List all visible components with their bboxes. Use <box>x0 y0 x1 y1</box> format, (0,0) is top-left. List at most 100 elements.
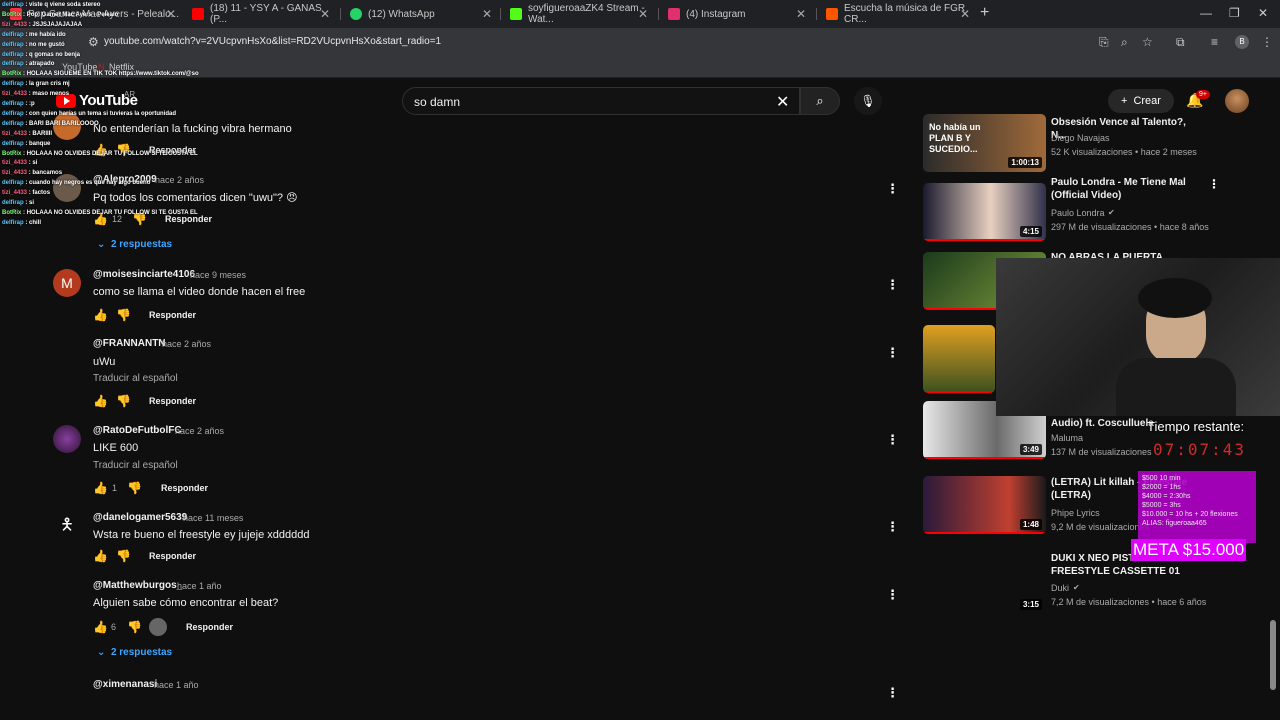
more-options-icon[interactable]: ⋮ <box>886 519 899 535</box>
close-icon[interactable]: ✕ <box>166 7 176 21</box>
more-options-icon[interactable]: ⋮ <box>886 345 899 361</box>
chat-username: delfirap <box>2 140 24 147</box>
video-thumbnail[interactable]: No había un PLAN B Y SUCEDIO... 1:00:13 <box>923 114 1046 172</box>
comment-time[interactable]: hace 2 años <box>175 426 224 436</box>
minimize-icon[interactable]: — <box>1200 6 1212 20</box>
url-field[interactable]: youtube.com/watch?v=2VUcpvnHsXo&list=RD2… <box>104 36 441 47</box>
more-options-icon[interactable]: ⋮ <box>886 181 899 197</box>
tab-4[interactable]: soyfigueroaaZK4 Stream - Wat... ✕ <box>504 3 654 25</box>
maximize-icon[interactable]: ❐ <box>1229 6 1240 20</box>
reply-button[interactable]: Responder <box>186 622 233 632</box>
voice-search-button[interactable]: 🎙 <box>854 87 882 115</box>
browser-menu-icon[interactable]: ⋮ <box>1261 35 1273 49</box>
view-replies-button[interactable]: ⌄ 2 respuestas <box>97 239 172 250</box>
like-icon[interactable]: 👍 <box>93 549 108 563</box>
media-icon[interactable]: ≡ <box>1211 35 1218 49</box>
more-options-icon[interactable]: ⋮ <box>886 432 899 448</box>
comment-author[interactable]: @danelogamer5639 <box>93 512 187 523</box>
extensions-icon[interactable]: ⧉ <box>1176 35 1185 50</box>
comment-author[interactable]: @FRANNANTN <box>93 338 166 349</box>
comment-time[interactable]: hace 1 año <box>177 581 222 591</box>
account-avatar[interactable] <box>1225 89 1249 113</box>
comment-avatar[interactable] <box>53 425 81 453</box>
comment-avatar[interactable] <box>53 174 81 202</box>
window-close-icon[interactable]: ✕ <box>1258 6 1268 20</box>
streamer-hair <box>1138 278 1212 318</box>
search-input[interactable]: so damn <box>414 95 460 109</box>
video-thumbnail[interactable]: 3:15 <box>923 556 1046 614</box>
close-icon[interactable]: ✕ <box>638 7 648 21</box>
comment-avatar[interactable]: 🯅 <box>53 512 81 540</box>
video-duration: 3:49 <box>1019 444 1042 455</box>
browser-profile-avatar[interactable]: B <box>1235 35 1249 49</box>
comment-time[interactable]: hace 2 años <box>155 175 204 185</box>
comment-time[interactable]: hace 1 año <box>154 680 199 690</box>
chat-text: banque <box>29 140 51 147</box>
comment-avatar[interactable]: M <box>53 269 81 297</box>
tab-6[interactable]: Escucha la música de FGR CR... ✕ <box>820 3 976 25</box>
comment-time[interactable]: hace 11 meses <box>183 513 243 523</box>
browser-tabbar: Pop Gamer Mac Ayers - Pelealo... ✕ (18) 1… <box>0 0 1280 28</box>
new-tab-icon[interactable]: + <box>980 4 989 22</box>
video-thumbnail[interactable] <box>923 325 995 393</box>
close-icon[interactable]: ✕ <box>482 7 492 21</box>
dislike-icon[interactable]: 👎 <box>116 394 131 408</box>
create-button[interactable]: + Crear <box>1108 89 1174 113</box>
chat-username: delfirap <box>2 81 24 88</box>
video-title[interactable]: Paulo Londra - Me Tiene Mal (Official Vi… <box>1051 176 1201 202</box>
cast-icon[interactable]: ⎘ <box>1099 35 1109 50</box>
video-thumbnail[interactable]: 1:48 <box>923 476 1046 534</box>
tab-5[interactable]: (4) Instagram ✕ <box>662 4 812 24</box>
reply-button[interactable]: Responder <box>149 310 196 320</box>
dislike-icon[interactable]: 👎 <box>127 620 142 634</box>
translate-link[interactable]: Traducir al español <box>93 373 178 384</box>
tab-3[interactable]: (12) WhatsApp ✕ <box>344 4 498 24</box>
chat-message: delfirap : q gomas no benja <box>2 51 81 58</box>
comment-time[interactable]: hace 2 años <box>162 339 211 349</box>
comment-author[interactable]: @moisesinciarte4106 <box>93 269 195 280</box>
site-info-icon[interactable]: ⚙ <box>88 35 99 49</box>
reply-button[interactable]: Responder <box>149 551 196 561</box>
reply-button[interactable]: Responder <box>149 396 196 406</box>
video-channel[interactable]: Paulo Londra <box>1051 208 1105 218</box>
bookmark-star-icon[interactable]: ☆ <box>1142 35 1153 49</box>
page-scrollbar[interactable] <box>1270 620 1276 690</box>
close-icon[interactable]: ✕ <box>960 7 970 21</box>
chat-message: BotRix : HOLAAA SIGUEME EN TIK TOK https… <box>2 71 199 78</box>
translate-link[interactable]: Traducir al español <box>93 460 178 471</box>
verified-icon: ✔ <box>1108 208 1115 217</box>
like-icon[interactable]: 👍 <box>93 481 108 495</box>
close-icon[interactable]: ✕ <box>320 7 330 21</box>
more-options-icon[interactable]: ⋮ <box>886 685 899 701</box>
comment-author[interactable]: @ximenanasi <box>93 679 157 690</box>
more-options-icon[interactable]: ⋮ <box>886 587 899 603</box>
more-options-icon[interactable]: ⋮ <box>886 277 899 293</box>
like-icon[interactable]: 👍 <box>93 308 108 322</box>
like-icon[interactable]: 👍 <box>93 394 108 408</box>
dislike-icon[interactable]: 👎 <box>127 481 142 495</box>
video-channel[interactable]: Diego Navajas <box>1051 133 1110 143</box>
video-thumbnail[interactable]: 4:15 <box>923 183 1046 241</box>
chat-username: delfirap <box>2 51 24 58</box>
chat-message: delfirap : cuando hay negros es que hay … <box>2 180 151 187</box>
comment-author[interactable]: @RatoDeFutbolFC <box>93 425 182 436</box>
like-icon[interactable]: 👍 <box>93 620 108 634</box>
search-input-box[interactable] <box>402 87 800 115</box>
video-channel[interactable]: Duki <box>1051 583 1069 593</box>
dislike-icon[interactable]: 👎 <box>116 549 131 563</box>
zoom-icon[interactable]: ⌕ <box>1121 35 1128 50</box>
tab-2[interactable]: (18) 11 - YSY A - GANAS (P... ✕ <box>186 3 336 25</box>
reply-button[interactable]: Responder <box>161 483 208 493</box>
comment-author[interactable]: @Matthewburgos_ <box>93 580 182 591</box>
more-options-icon[interactable]: ⋮ <box>1208 177 1220 191</box>
chat-username: delfirap <box>2 101 24 107</box>
video-channel[interactable]: Phipe Lyrics <box>1051 508 1100 518</box>
comment-time[interactable]: hace 9 meses <box>190 270 246 280</box>
search-button[interactable]: ⌕ <box>800 87 840 115</box>
chat-username: tizi_4433 <box>2 190 28 197</box>
video-channel[interactable]: Maluma <box>1051 433 1083 443</box>
clear-search-icon[interactable]: ✕ <box>776 92 789 112</box>
close-icon[interactable]: ✕ <box>796 7 806 21</box>
dislike-icon[interactable]: 👎 <box>116 308 131 322</box>
view-replies-button[interactable]: ⌄ 2 respuestas <box>97 647 172 658</box>
